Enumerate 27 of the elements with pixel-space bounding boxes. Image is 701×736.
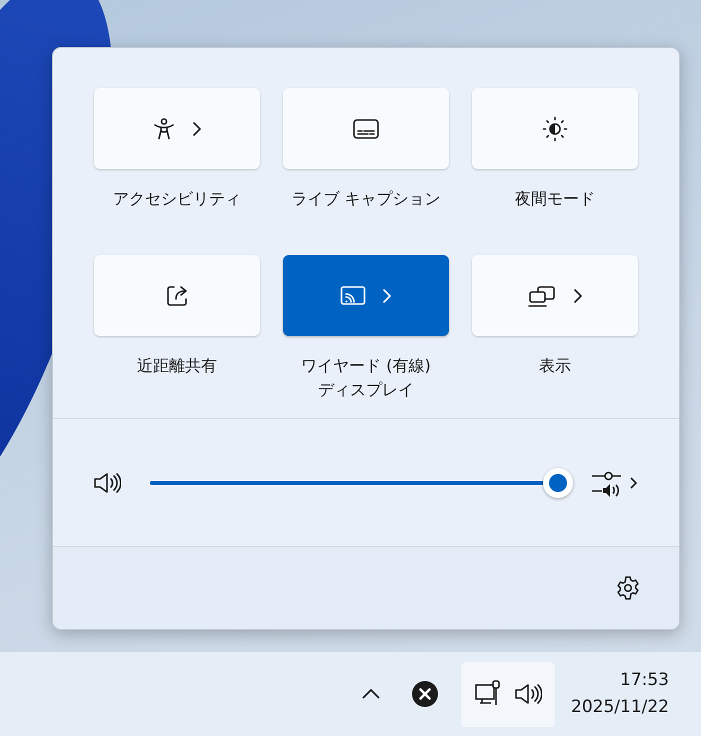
- tile-label: 近距離共有: [137, 355, 217, 377]
- captions-icon: [352, 116, 380, 140]
- monitors-icon: [527, 284, 557, 308]
- network-volume-button[interactable]: [461, 662, 556, 726]
- tile-label: ライブ キャプション: [291, 188, 441, 210]
- toggle-tile[interactable]: [472, 88, 638, 169]
- sun-icon: [542, 116, 568, 142]
- tile-label: アクセシビリティ: [113, 188, 241, 210]
- cast-icon: [340, 284, 366, 306]
- speaker-icon: [93, 470, 121, 494]
- clock[interactable]: 17:53 2025/11/22: [571, 667, 669, 721]
- tile-label: ワイヤード (有線) ディスプレイ: [301, 355, 431, 401]
- close-icon[interactable]: [411, 680, 440, 708]
- toggle-tile[interactable]: [283, 88, 449, 169]
- toggle-tile[interactable]: [283, 255, 449, 336]
- chevron-right-icon: [382, 288, 392, 304]
- toggle-tile[interactable]: [472, 255, 638, 336]
- settings-icon[interactable]: [615, 575, 641, 601]
- toggle-tile[interactable]: [94, 255, 260, 336]
- tile-label: 表示: [539, 355, 571, 377]
- person-icon: [152, 116, 176, 140]
- tile-label: 夜間モード: [515, 188, 595, 210]
- chevron-up-icon[interactable]: [361, 688, 382, 700]
- chevron-right-icon: [192, 120, 202, 136]
- toggle-tile[interactable]: [94, 88, 260, 169]
- speaker-icon: [514, 682, 542, 706]
- chevron-right-icon: [573, 288, 583, 304]
